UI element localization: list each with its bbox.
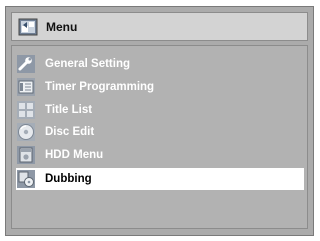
menu-item-dubbing[interactable]: Dubbing [16,167,304,190]
title-list-icon [17,100,35,119]
dubbing-icon [17,169,35,188]
timer-icon [17,77,35,96]
menu-item-label: Dubbing [45,172,92,185]
menu-item-timer-programming[interactable]: Timer Programming [16,77,304,97]
menu-item-title-list[interactable]: Title List [16,100,304,120]
menu-screen: Menu General Setting Timer Programming T… [5,6,314,236]
menu-item-label: Title List [45,103,93,116]
menu-item-label: Disc Edit [45,126,95,139]
menu-item-label: Timer Programming [45,80,155,93]
menu-item-label: General Setting [45,58,130,70]
page-title: Menu [46,19,78,34]
menu-item-disc-edit[interactable]: Disc Edit [16,122,304,142]
menu-list-panel: General Setting Timer Programming Title … [11,45,308,229]
menu-title-bar: Menu [11,12,308,41]
menu-item-hdd-menu[interactable]: HDD Menu [16,145,304,165]
wrench-icon [17,55,35,73]
hdd-icon [17,146,35,165]
menu-item-label: HDD Menu [45,149,104,162]
menu-icon [18,18,38,35]
disc-icon [17,123,35,142]
menu-item-general-setting[interactable]: General Setting [16,54,304,74]
menu-list: General Setting Timer Programming Title … [16,54,304,193]
